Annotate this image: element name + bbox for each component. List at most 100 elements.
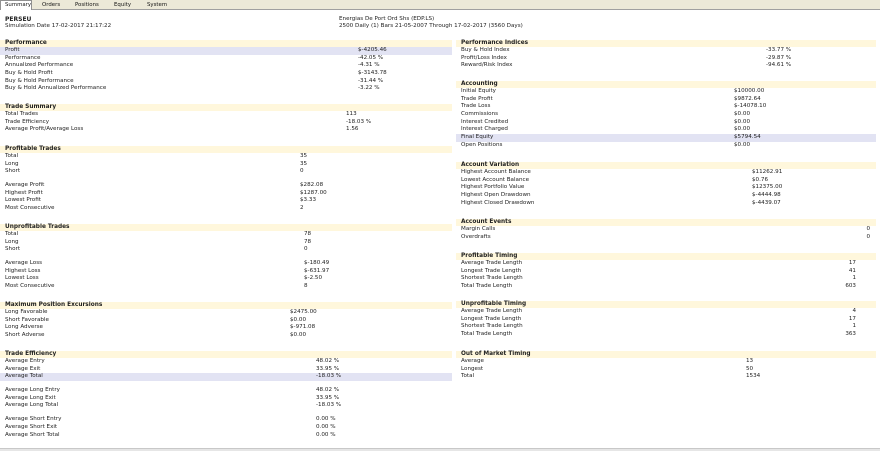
metric-label: Longest Trade Length bbox=[461, 315, 522, 322]
tab-summary[interactable]: Summary bbox=[0, 0, 32, 10]
metric-row: Total Trade Length 363 bbox=[456, 331, 876, 339]
metric-label: Buy & Hold Annualized Performance bbox=[5, 85, 107, 92]
metric-label: Shortest Trade Length bbox=[461, 323, 523, 330]
metric-value: $1287.00 bbox=[300, 189, 327, 196]
metric-label: Lowest Profit bbox=[5, 197, 41, 204]
metric-value: 1534 bbox=[746, 373, 761, 380]
metric-value: 0 bbox=[304, 246, 308, 253]
metric-label: Open Positions bbox=[461, 141, 503, 148]
metric-value: $0.76 bbox=[752, 176, 769, 183]
metric-value: $-631.97 bbox=[304, 267, 330, 274]
metric-label: Average Long Exit bbox=[5, 394, 56, 401]
metric-value: $-2.50 bbox=[304, 275, 323, 282]
metric-label: Highest Account Balance bbox=[461, 169, 531, 175]
metric-label: Short Adverse bbox=[5, 332, 45, 339]
metric-value: -29.87 % bbox=[766, 54, 792, 61]
metric-label: Total bbox=[461, 373, 475, 380]
metric-row: Profit/Loss Index -29.87 % bbox=[456, 55, 876, 63]
metric-row: Total 1534 bbox=[456, 373, 876, 381]
section-performance: Performance Profit $-4205.46 Performance -42… bbox=[0, 40, 452, 93]
metric-label: Interest Credited bbox=[461, 118, 509, 125]
metric-label: Trade Efficiency bbox=[5, 118, 50, 125]
section-title: Performance bbox=[0, 40, 452, 47]
metric-label: Highest Profit bbox=[5, 189, 43, 196]
tab-equity[interactable]: Equity bbox=[110, 1, 135, 10]
metric-label: Average Short Exit bbox=[5, 423, 58, 430]
metric-value: 2 bbox=[300, 205, 304, 212]
metric-row: Average Trade Length 17 bbox=[456, 260, 876, 268]
section-profitable-timing: Profitable Timing Average Trade Length 17 L… bbox=[456, 253, 876, 291]
section-title: Trade Summary bbox=[0, 104, 452, 111]
metric-value: -18.03 % bbox=[316, 373, 342, 380]
metric-label: Short bbox=[5, 168, 21, 175]
metric-label: Annualized Performance bbox=[5, 62, 74, 69]
section-accounting: Accounting Initial Equity $10000.00 Trade P… bbox=[456, 81, 876, 150]
section-title: Account Variation bbox=[456, 162, 876, 169]
metric-value: $0.00 bbox=[290, 332, 307, 339]
metric-row: Highest Open Drawdown $-4444.98 bbox=[456, 192, 876, 200]
metric-value: -42.05 % bbox=[358, 54, 384, 61]
tab-system[interactable]: System bbox=[143, 1, 171, 10]
metric-label: Longest Trade Length bbox=[461, 267, 522, 274]
section-performance-indices: Performance Indices Buy & Hold Index -33.7… bbox=[456, 40, 876, 70]
metric-value: 0.00 % bbox=[316, 416, 336, 423]
metric-label: Average Profit bbox=[5, 182, 45, 189]
section-unprofitable-trades: Unprofitable Trades Total 78 Long 78 Short 0 Av… bbox=[0, 224, 452, 291]
metric-row: Shortest Trade Length 1 bbox=[456, 275, 876, 283]
section-title: Profitable Trades bbox=[0, 146, 452, 153]
metric-value: 0.00 % bbox=[316, 423, 336, 430]
metric-label: Average Short Total bbox=[5, 431, 60, 438]
metric-row: Total 35 bbox=[0, 153, 452, 161]
metric-label: Long Adverse bbox=[5, 324, 44, 331]
metric-row: Total 78 bbox=[0, 231, 452, 239]
section-title: Out of Market Timing bbox=[456, 351, 876, 358]
metric-row: Shortest Trade Length 1 bbox=[456, 323, 876, 331]
metric-value: 0 bbox=[300, 168, 304, 175]
metric-value: 33.95 % bbox=[316, 394, 340, 401]
metric-value: 0 bbox=[866, 233, 870, 240]
instrument-name: Energias De Port Ord Shs (EDP.LS) bbox=[339, 16, 435, 22]
metric-label: Longest bbox=[461, 365, 484, 372]
metric-label: Performance bbox=[5, 54, 41, 61]
metric-row: Highest Closed Drawdown $-4439.07 bbox=[456, 200, 876, 208]
metric-row: Average Long Entry 48.02 % bbox=[0, 387, 452, 395]
metric-row: Buy & Hold Index -33.77 % bbox=[456, 47, 876, 55]
metric-value: 1 bbox=[852, 323, 856, 330]
metric-row: Total Trades 113 bbox=[0, 111, 452, 119]
metric-value: 78 bbox=[304, 231, 312, 237]
metric-row: Trade Profit $9872.64 bbox=[456, 96, 876, 104]
metric-label: Long bbox=[5, 238, 19, 245]
metric-label: Highest Loss bbox=[5, 267, 41, 274]
metric-value: 50 bbox=[746, 365, 754, 372]
tab-positions[interactable]: Positions bbox=[71, 1, 103, 10]
metric-value: 48.02 % bbox=[316, 358, 340, 364]
metric-row: Lowest Account Balance $0.76 bbox=[456, 177, 876, 185]
metric-label: Average Loss bbox=[5, 260, 43, 267]
metric-value: 4 bbox=[852, 308, 856, 314]
metric-row: Lowest Loss $-2.50 bbox=[0, 275, 452, 283]
metric-row: Average 13 bbox=[456, 358, 876, 366]
metric-value: $0.00 bbox=[734, 118, 751, 125]
metric-value: -18.03 % bbox=[346, 118, 372, 125]
metric-label: Highest Portfolio Value bbox=[461, 184, 525, 191]
metric-label: Average Trade Length bbox=[461, 260, 523, 266]
metric-value: $-14078.10 bbox=[734, 103, 767, 110]
metric-value: -18.03 % bbox=[316, 402, 342, 409]
metric-label: Buy & Hold Index bbox=[461, 47, 510, 53]
metric-row: Most Consecutive 8 bbox=[0, 283, 452, 291]
metric-value: 35 bbox=[300, 153, 308, 159]
tab-orders[interactable]: Orders bbox=[38, 1, 64, 10]
metric-value: 33.95 % bbox=[316, 365, 340, 372]
metric-value: 41 bbox=[848, 267, 856, 274]
metric-row: Most Consecutive 2 bbox=[0, 205, 452, 213]
metric-row: Average Profit $282.08 bbox=[0, 182, 452, 190]
section-title: Maximum Position Excursions bbox=[0, 302, 452, 309]
metric-row: Annualized Performance -4.31 % bbox=[0, 62, 452, 70]
metric-value: $10000.00 bbox=[734, 88, 765, 94]
metric-label: Profit bbox=[5, 47, 20, 53]
metric-label: Interest Charged bbox=[461, 126, 508, 133]
tab-bar: Summary Orders Positions Equity System bbox=[0, 0, 880, 10]
metric-value: $-971.08 bbox=[290, 324, 316, 331]
metric-row: Final Equity $5794.54 bbox=[456, 134, 876, 142]
metric-row: Trade Loss $-14078.10 bbox=[456, 103, 876, 111]
